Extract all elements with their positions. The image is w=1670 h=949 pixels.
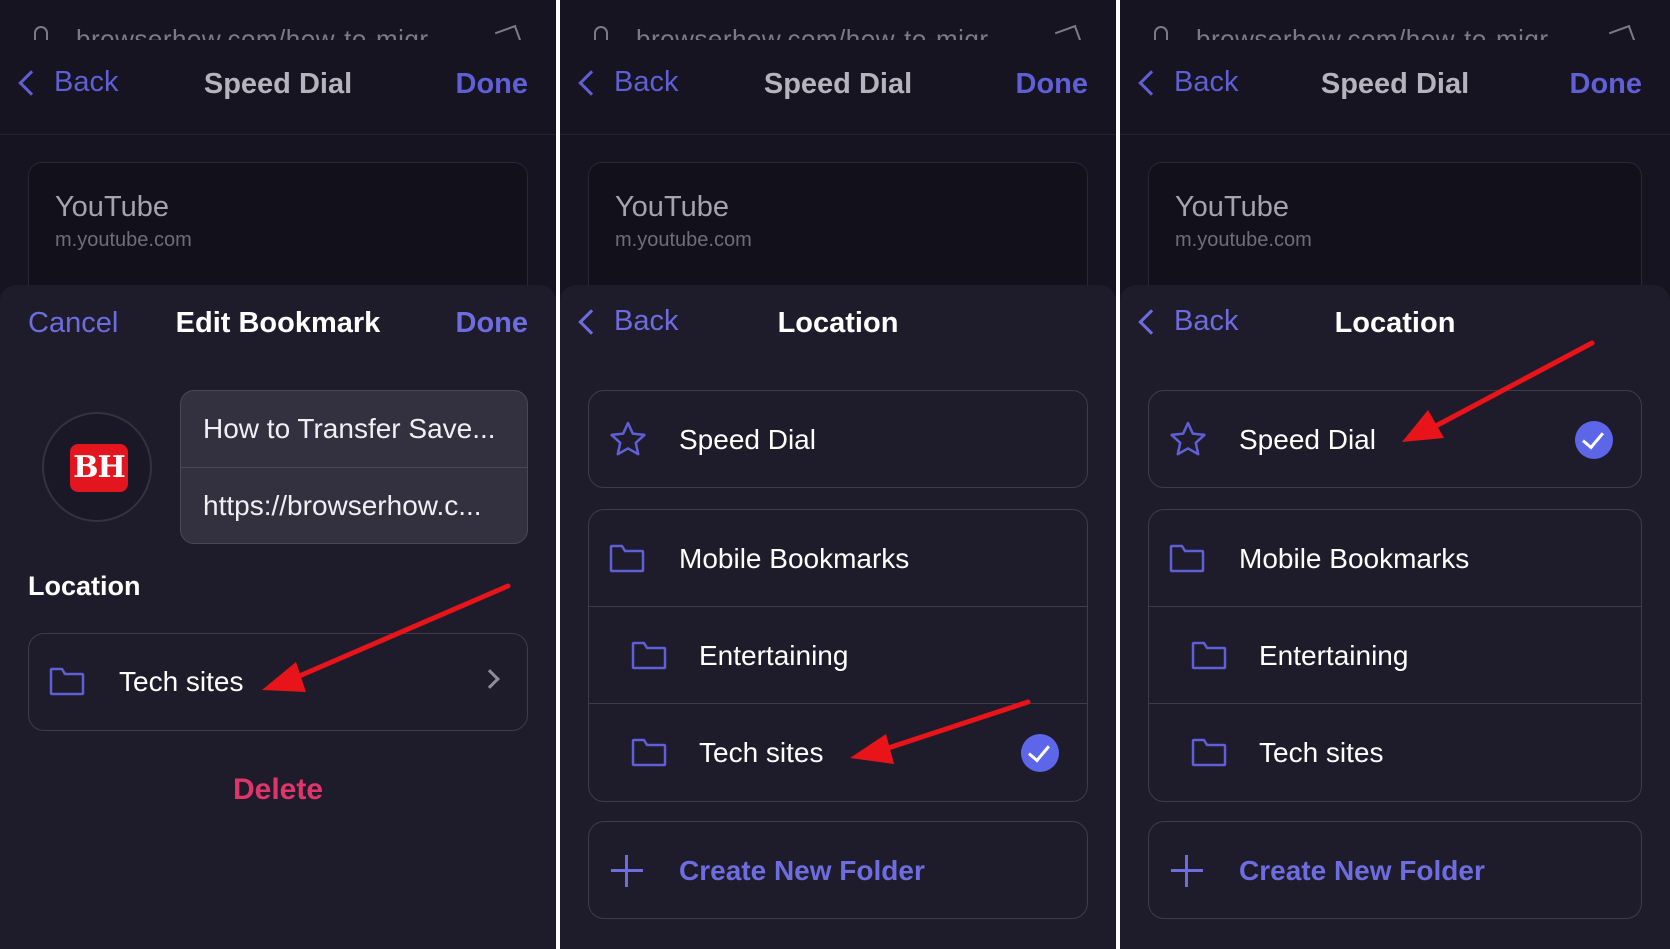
done-button[interactable]: Done: [1016, 68, 1089, 101]
create-folder-group: Create New Folder: [588, 821, 1088, 919]
bookmark-title: YouTube: [1175, 191, 1289, 223]
folder-label: Entertaining: [1259, 640, 1409, 671]
folder-icon: [1191, 737, 1227, 767]
bookmark-card[interactable]: YouTube m.youtube.com: [28, 162, 528, 302]
location-row[interactable]: Tech sites: [28, 633, 528, 731]
checkmark-icon: [1021, 734, 1059, 772]
sheet-done-button[interactable]: Done: [456, 307, 529, 340]
folder-row-mobile-bookmarks[interactable]: Mobile Bookmarks: [1149, 510, 1641, 607]
url-bar[interactable]: browserhow.com/how-to-migr: [560, 0, 1116, 40]
done-button[interactable]: Done: [456, 68, 529, 101]
folder-label: Tech sites: [699, 737, 824, 768]
create-folder-button[interactable]: Create New Folder: [1149, 822, 1641, 918]
create-folder-button[interactable]: Create New Folder: [589, 822, 1087, 918]
bookmark-card[interactable]: YouTube m.youtube.com: [588, 162, 1088, 302]
bookmark-url: m.youtube.com: [55, 229, 192, 251]
create-folder-label: Create New Folder: [1239, 855, 1485, 886]
url-bar[interactable]: browserhow.com/how-to-migr: [0, 0, 556, 40]
top-nav: Back Speed Dial Done: [560, 52, 1116, 122]
folder-icon: [1169, 543, 1205, 573]
divider: [1120, 134, 1670, 135]
bookmark-title: YouTube: [615, 191, 729, 223]
sheet-nav: Back Location: [1120, 285, 1670, 365]
url-text: browserhow.com/how-to-migr: [76, 24, 429, 40]
bookmark-url: m.youtube.com: [615, 229, 752, 251]
sheet-nav: Back Location: [560, 285, 1116, 365]
divider: [560, 134, 1116, 135]
speed-dial-label: Speed Dial: [1239, 424, 1376, 455]
folder-row-tech-sites[interactable]: Tech sites: [1149, 704, 1641, 801]
bookmark-fields: How to Transfer Save... https://browserh…: [180, 390, 528, 544]
location-sheet: Back Location Speed Dial Mobile Bookmark…: [560, 285, 1116, 949]
folder-row-mobile-bookmarks[interactable]: Mobile Bookmarks: [589, 510, 1087, 607]
panel-location-speed-dial: browserhow.com/how-to-migr Back Speed Di…: [1120, 0, 1670, 949]
divider: [0, 134, 556, 135]
panel-edit-bookmark: browserhow.com/how-to-migr Back Speed Di…: [0, 0, 556, 949]
done-button[interactable]: Done: [1570, 68, 1643, 101]
folder-icon: [49, 666, 85, 696]
title-field[interactable]: How to Transfer Save...: [203, 391, 507, 467]
folder-label: Mobile Bookmarks: [679, 543, 910, 574]
location-sheet: Back Location Speed Dial Mobile Bookmark…: [1120, 285, 1670, 949]
url-text: browserhow.com/how-to-migr: [636, 24, 989, 40]
folder-row-entertaining[interactable]: Entertaining: [1149, 607, 1641, 704]
share-icon[interactable]: [1054, 24, 1084, 40]
lock-icon: [594, 26, 608, 40]
folder-label: Mobile Bookmarks: [1239, 543, 1470, 574]
sheet-title: Location: [1334, 307, 1456, 339]
url-text: browserhow.com/how-to-migr: [1196, 24, 1549, 40]
chevron-right-icon: [480, 669, 500, 689]
location-heading: Location: [28, 571, 141, 601]
url-bar[interactable]: browserhow.com/how-to-migr: [1120, 0, 1670, 40]
folder-label: Tech sites: [1259, 737, 1384, 768]
site-favicon: BH: [42, 412, 152, 522]
plus-icon: [611, 855, 643, 887]
folder-row-tech-sites[interactable]: Tech sites: [589, 704, 1087, 801]
panel-location-tech-sites: browserhow.com/how-to-migr Back Speed Di…: [560, 0, 1116, 949]
folder-row-entertaining[interactable]: Entertaining: [589, 607, 1087, 704]
bookmark-card[interactable]: YouTube m.youtube.com: [1148, 162, 1642, 302]
plus-icon: [1171, 855, 1203, 887]
speed-dial-label: Speed Dial: [679, 424, 816, 455]
checkmark-icon: [1575, 421, 1613, 459]
create-folder-label: Create New Folder: [679, 855, 925, 886]
folder-icon: [609, 543, 645, 573]
sheet-nav: Cancel Edit Bookmark Done: [0, 285, 556, 365]
lock-icon: [1154, 26, 1168, 40]
top-nav: Back Speed Dial Done: [0, 52, 556, 122]
speed-dial-group: Speed Dial: [588, 390, 1088, 488]
url-field[interactable]: https://browserhow.c...: [203, 468, 507, 543]
folders-group: Mobile Bookmarks Entertaining Tech sites: [1148, 509, 1642, 802]
delete-button[interactable]: Delete: [0, 773, 556, 807]
bookmark-url: m.youtube.com: [1175, 229, 1312, 251]
sheet-title: Location: [777, 307, 899, 339]
folder-label: Entertaining: [699, 640, 849, 671]
folders-group: Mobile Bookmarks Entertaining Tech sites: [588, 509, 1088, 802]
bookmark-title: YouTube: [55, 191, 169, 223]
location-value: Tech sites: [119, 666, 244, 697]
speed-dial-row[interactable]: Speed Dial: [589, 391, 1087, 487]
edit-bookmark-sheet: Cancel Edit Bookmark Done BH How to Tran…: [0, 285, 556, 949]
folder-icon: [631, 640, 667, 670]
star-icon: [1170, 421, 1206, 456]
lock-icon: [34, 26, 48, 40]
star-icon: [610, 421, 646, 456]
folder-icon: [1191, 640, 1227, 670]
speed-dial-group: Speed Dial: [1148, 390, 1642, 488]
top-nav: Back Speed Dial Done: [1120, 52, 1670, 122]
folder-icon: [631, 737, 667, 767]
bh-logo: BH: [70, 444, 128, 492]
speed-dial-row[interactable]: Speed Dial: [1149, 391, 1641, 487]
share-icon[interactable]: [494, 24, 524, 40]
create-folder-group: Create New Folder: [1148, 821, 1642, 919]
share-icon[interactable]: [1608, 24, 1638, 40]
